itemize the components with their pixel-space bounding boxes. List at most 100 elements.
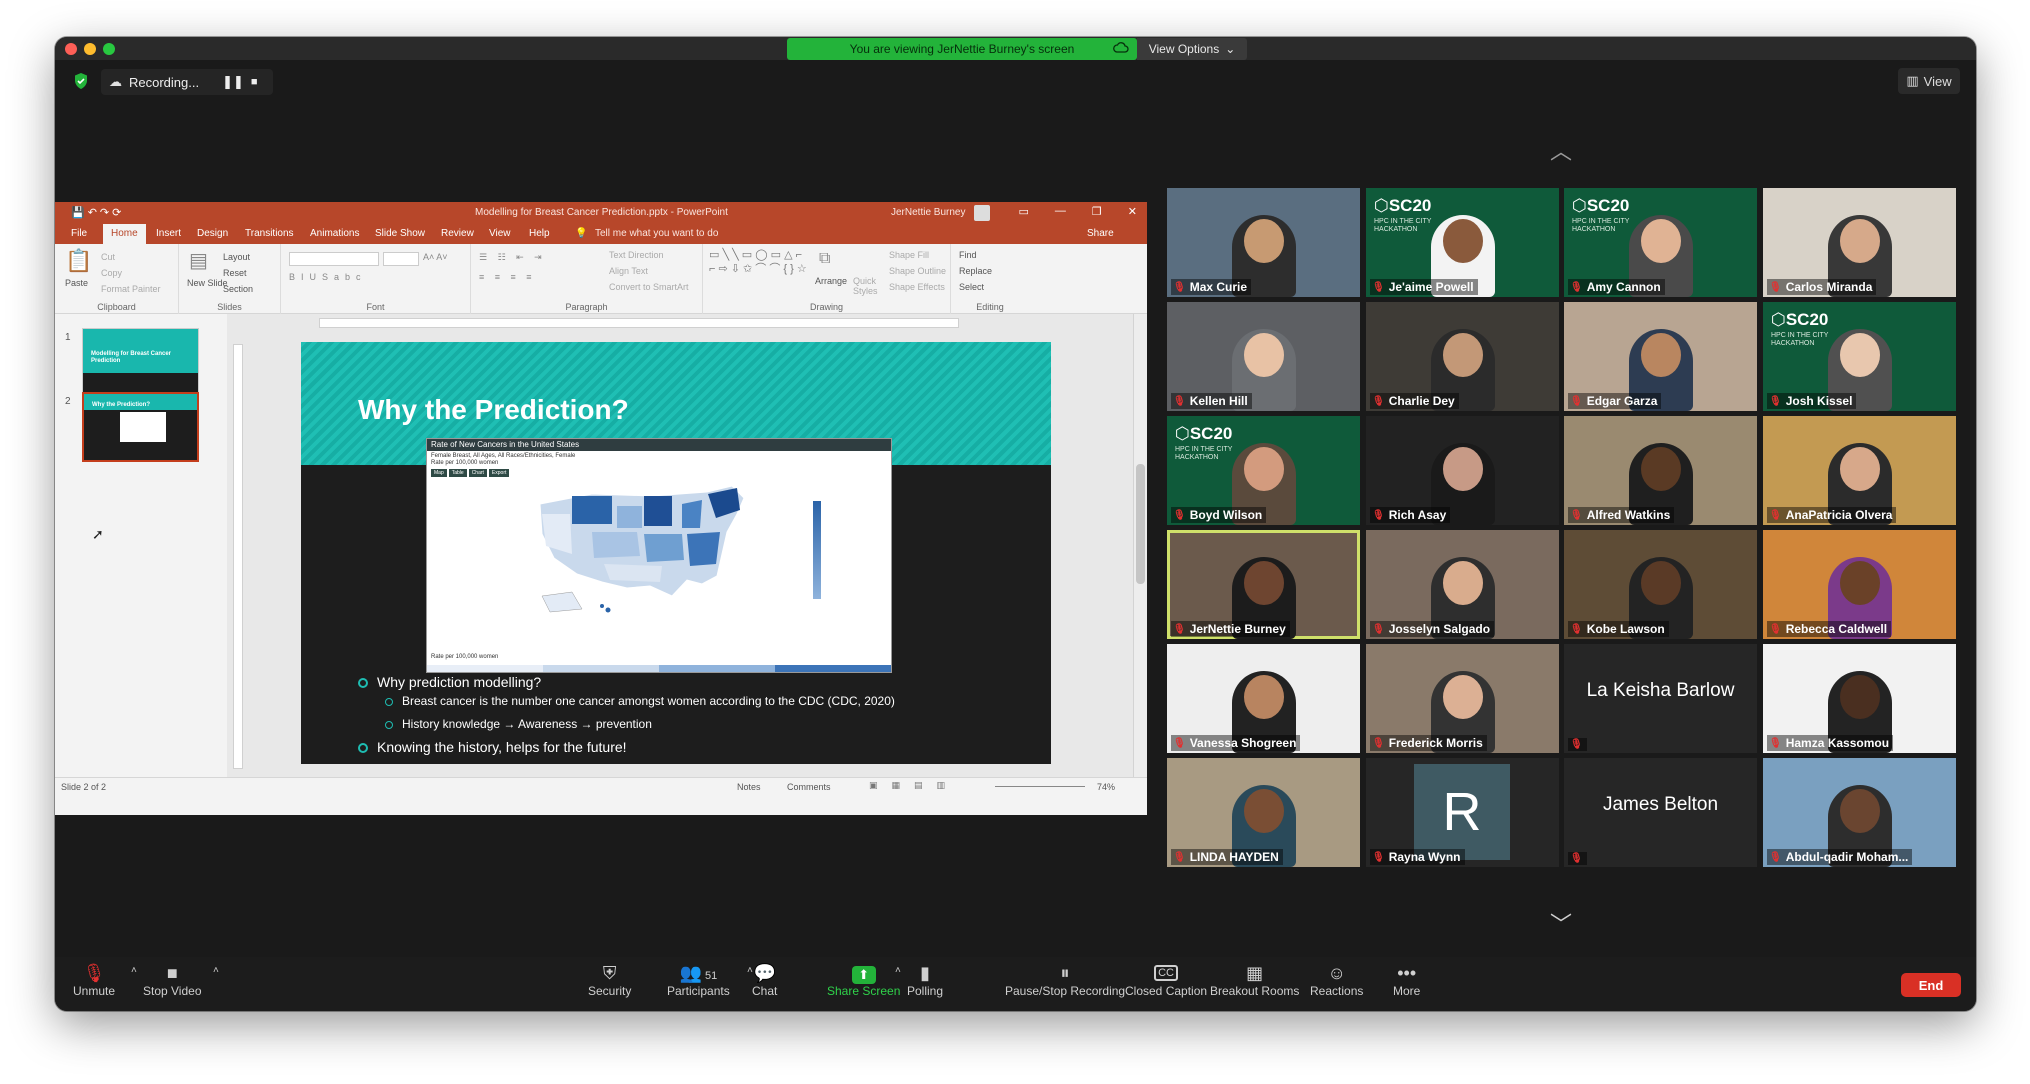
font-size-input[interactable] [383, 252, 419, 266]
tab-transitions[interactable]: Transitions [245, 228, 294, 239]
end-meeting-button[interactable]: End [1901, 973, 1961, 997]
chevron-up-icon[interactable]: ˄ [213, 965, 219, 976]
tab-view[interactable]: View [489, 228, 511, 239]
gallery-next-icon[interactable]: ﹀ [1550, 907, 1572, 939]
ppt-close-icon[interactable]: ✕ [1128, 205, 1137, 218]
participant-tile[interactable]: R 🎙 Rayna Wynn [1366, 758, 1559, 867]
participant-tile[interactable]: 🎙 Rich Asay [1366, 416, 1559, 525]
quick-access-toolbar[interactable]: 💾↶↷⟳ [71, 206, 124, 219]
participant-tile[interactable]: 🎙 Abdul-qadir Moham... [1763, 758, 1956, 867]
tab-file[interactable]: File [71, 228, 87, 239]
participant-tile[interactable]: 🎙 Kellen Hill [1167, 302, 1360, 411]
align-text-button[interactable]: Align Text [609, 266, 648, 276]
participant-tile[interactable]: 🎙 Edgar Garza [1564, 302, 1757, 411]
cc-button[interactable]: CC Closed Caption [1125, 962, 1207, 998]
minimize-window-button[interactable] [84, 43, 96, 55]
comments-button[interactable]: Comments [787, 782, 831, 792]
tab-animations[interactable]: Animations [310, 228, 359, 239]
participant-tile[interactable]: 🎙 Hamza Kassomou [1763, 644, 1956, 753]
participant-tile[interactable]: ⬡SC20 HPC IN THE CITY HACKATHON 🎙 Boyd Wilso… [1167, 416, 1360, 525]
tell-me-search[interactable]: Tell me what you want to do [595, 228, 718, 239]
participant-tile[interactable]: 🎙 AnaPatricia Olvera [1763, 416, 1956, 525]
convert-smartart-button[interactable]: Convert to SmartArt [609, 282, 689, 292]
format-painter-button[interactable]: Format Painter [101, 284, 161, 294]
align-icons[interactable]: ≡ ≡ ≡ ≡ [479, 272, 536, 282]
tab-design[interactable]: Design [197, 228, 228, 239]
text-direction-button[interactable]: Text Direction [609, 250, 664, 260]
find-button[interactable]: Find [959, 250, 977, 260]
layout-button[interactable]: Layout [223, 252, 250, 262]
tab-home[interactable]: Home [103, 224, 146, 244]
pause-recording-icon[interactable]: ❚❚ [222, 74, 244, 90]
editor-vertical-scrollbar[interactable] [1133, 314, 1147, 777]
scroll-thumb[interactable] [1136, 464, 1145, 584]
participant-tile[interactable]: James Belton 🎙 [1564, 758, 1757, 867]
encryption-shield-icon[interactable] [73, 72, 89, 90]
replace-button[interactable]: Replace [959, 266, 992, 276]
select-button[interactable]: Select [959, 282, 984, 292]
breakout-button[interactable]: ▦ Breakout Rooms [1210, 962, 1299, 998]
participant-tile[interactable]: ⬡SC20 HPC IN THE CITY HACKATHON 🎙 Amy Cannon [1564, 188, 1757, 297]
cut-button[interactable]: Cut [101, 252, 115, 262]
participant-tile[interactable]: ⬡SC20 HPC IN THE CITY HACKATHON 🎙 Josh Kisse… [1763, 302, 1956, 411]
new-slide-button[interactable]: New Slide [187, 278, 228, 288]
participant-tile[interactable]: 🎙 Vanessa Shogreen [1167, 644, 1360, 753]
view-mode-icons[interactable]: ▣▦▤▥ [869, 780, 959, 791]
quick-styles-button[interactable]: Quick Styles [853, 276, 881, 296]
participant-tile[interactable]: 🎙 LINDA HAYDEN [1167, 758, 1360, 867]
zoom-level[interactable]: 74% [1097, 782, 1115, 792]
font-grow-icon[interactable]: A˄ A˅ [423, 252, 448, 262]
paste-button[interactable]: Paste [65, 278, 88, 288]
shape-outline-button[interactable]: Shape Outline [889, 266, 946, 276]
copy-button[interactable]: Copy [101, 268, 122, 278]
reset-button[interactable]: Reset [223, 268, 247, 278]
close-window-button[interactable] [65, 43, 77, 55]
participant-tile[interactable]: 🎙 Carlos Miranda [1763, 188, 1956, 297]
participants-button[interactable]: 👥 51 Participants ˄ [667, 962, 753, 998]
unmute-button[interactable]: 🎙 Unmute ˄ [73, 962, 137, 998]
participant-tile[interactable]: 🎙 JerNettie Burney [1167, 530, 1360, 639]
chat-button[interactable]: 💬 Chat [752, 962, 777, 998]
tab-slide-show[interactable]: Slide Show [375, 228, 425, 239]
tab-help[interactable]: Help [529, 228, 550, 239]
participant-tile[interactable]: 🎙 Alfred Watkins [1564, 416, 1757, 525]
tab-insert[interactable]: Insert [156, 228, 181, 239]
shape-effects-button[interactable]: Shape Effects [889, 282, 945, 292]
font-name-input[interactable] [289, 252, 379, 266]
pause-rec-button[interactable]: ⏸ Pause/Stop Recording [1005, 962, 1125, 998]
reactions-button[interactable]: ☺ Reactions [1310, 962, 1363, 998]
participant-tile[interactable]: 🎙 Josselyn Salgado [1366, 530, 1559, 639]
shape-fill-button[interactable]: Shape Fill [889, 250, 929, 260]
stop-recording-icon[interactable]: ■ [251, 76, 258, 88]
polling-button[interactable]: ▮ Polling [907, 962, 943, 998]
ribbon-display-icon[interactable]: ▭ [1019, 205, 1029, 218]
participant-tile[interactable]: ⬡SC20 HPC IN THE CITY HACKATHON 🎙 Je'aime Po… [1366, 188, 1559, 297]
zoom-window-button[interactable] [103, 43, 115, 55]
zoom-slider[interactable] [995, 786, 1085, 787]
chevron-up-icon[interactable]: ˄ [131, 965, 137, 976]
participant-tile[interactable]: La Keisha Barlow 🎙 [1564, 644, 1757, 753]
view-options-button[interactable]: View Options ⌄ [1137, 38, 1247, 60]
participant-tile[interactable]: 🎙 Max Curie [1167, 188, 1360, 297]
ppt-restore-icon[interactable]: ❐ [1092, 205, 1102, 218]
ppt-minimize-icon[interactable]: — [1055, 205, 1066, 218]
participant-tile[interactable]: 🎙 Kobe Lawson [1564, 530, 1757, 639]
shapes-gallery[interactable]: ▭ ╲ ╲ ▭ ◯ ▭ △ ⌐ ⌐ ⇨ ⇩ ✩ ⌒ ⌒ { } ☆ [709, 248, 809, 276]
participant-tile[interactable]: 🎙 Frederick Morris [1366, 644, 1559, 753]
bullet-list-icons[interactable]: ☰ ☷ ⇤ ⇥ [479, 252, 546, 263]
tab-review[interactable]: Review [441, 228, 474, 239]
user-avatar[interactable] [974, 205, 990, 221]
view-button[interactable]: ▥ View [1898, 68, 1960, 94]
arrange-button[interactable]: Arrange [815, 276, 847, 286]
chevron-up-icon[interactable]: ˄ [895, 965, 901, 976]
share-button[interactable]: Share [1087, 228, 1114, 239]
stop-video-button[interactable]: ■ Stop Video ˄ [143, 962, 219, 998]
more-button[interactable]: ••• More [1393, 962, 1420, 998]
notes-button[interactable]: Notes [737, 782, 761, 792]
participant-tile[interactable]: 🎙 Rebecca Caldwell [1763, 530, 1956, 639]
section-button[interactable]: Section [223, 284, 253, 294]
security-button[interactable]: ⛨ Security [588, 962, 631, 998]
slide-thumbnail-1[interactable]: Modelling for Breast Cancer Prediction [82, 328, 199, 394]
font-format-icons[interactable]: BIUSabc [289, 272, 367, 282]
gallery-prev-icon[interactable]: ︿ [1550, 134, 1572, 166]
